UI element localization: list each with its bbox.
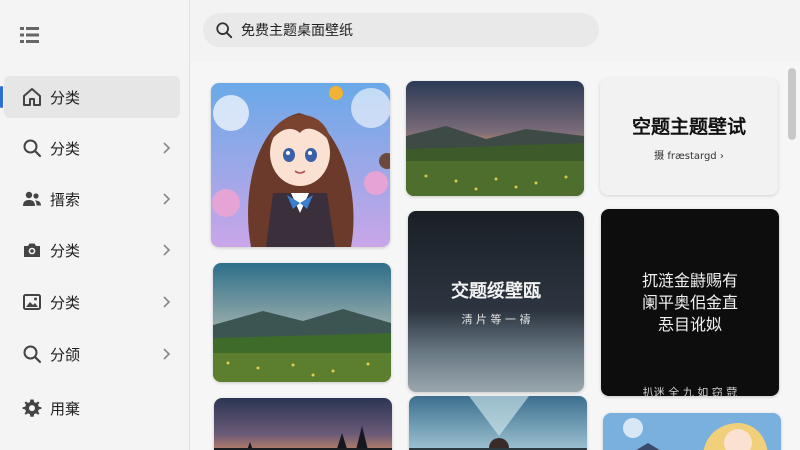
- wallpaper-card-anime-girl[interactable]: [211, 83, 390, 247]
- sidebar: 分类 分类 搢索 分类 分类 分颌 用棄: [0, 0, 190, 450]
- wallpaper-card-night-forest[interactable]: [214, 398, 392, 450]
- wallpaper-gallery: 空题主题壁试 摄 fræstargd › 交题绥壁瓯 淸 片 等 一 禱 扤涟金…: [190, 62, 800, 450]
- home-icon: [22, 87, 42, 107]
- chevron-right-icon: [160, 293, 174, 311]
- search-icon: [22, 138, 42, 158]
- wallpaper-card-black-text[interactable]: 扤涟金鼭赐有 阑平奥佀金直 忢目讹姒 扒迷 全 九 如 窃 蒄: [601, 209, 779, 396]
- sidebar-item-image[interactable]: 分类: [4, 281, 180, 323]
- sidebar-item-label: 分颌: [50, 346, 81, 364]
- sidebar-item-label: 分类: [50, 89, 81, 107]
- card-footer-text: 扒迷 全 九 如 窃 蒄: [642, 386, 738, 396]
- anime-blonde-thumbnail: [603, 413, 781, 450]
- wallpaper-card-anime-sky[interactable]: [409, 396, 587, 450]
- wallpaper-card-anime-blonde[interactable]: [603, 413, 781, 450]
- chevron-right-icon: [160, 139, 174, 157]
- card-line: 扤涟金鼭赐有: [641, 270, 738, 290]
- sidebar-item-search-2[interactable]: 分颌: [4, 333, 180, 375]
- card-title: 交题绥壁瓯: [451, 280, 541, 302]
- meadow-mountains-thumbnail: [213, 263, 391, 382]
- card-line: 阑平奥佀金直: [641, 292, 738, 312]
- wallpaper-card-sunset-meadow[interactable]: [406, 81, 584, 196]
- night-forest-thumbnail: [214, 398, 392, 450]
- search-bar[interactable]: [203, 13, 599, 47]
- menu-icon[interactable]: [20, 26, 40, 44]
- chevron-right-icon: [160, 190, 174, 208]
- card-subtitle: 淸 片 等 一 禱: [461, 312, 531, 326]
- scrollbar-thumb[interactable]: [788, 68, 796, 140]
- card-subtitle: 摄 fræstargd ›: [654, 150, 724, 162]
- sidebar-item-settings[interactable]: 用棄: [4, 387, 180, 429]
- card-title: 空题主题壁试: [631, 115, 746, 138]
- image-icon: [22, 292, 42, 312]
- sidebar-item-label: 分类: [50, 242, 81, 260]
- people-icon: [22, 189, 42, 209]
- anime-girl-thumbnail: [211, 83, 390, 247]
- sidebar-item-label: 分类: [50, 294, 81, 312]
- wallpaper-card-dark-theme[interactable]: 交题绥壁瓯 淸 片 等 一 禱: [408, 211, 584, 392]
- sidebar-item-label: 搢索: [50, 191, 81, 209]
- wallpaper-card-theme-text[interactable]: 空题主题壁试 摄 fræstargd ›: [600, 78, 778, 195]
- search-input[interactable]: [241, 17, 581, 43]
- chevron-right-icon: [160, 345, 174, 363]
- search-icon: [215, 21, 233, 39]
- anime-sky-thumbnail: [409, 396, 587, 450]
- sidebar-item-label: 用棄: [50, 400, 81, 418]
- sunset-meadow-thumbnail: [406, 81, 584, 196]
- card-line: 忢目讹姒: [657, 314, 722, 334]
- wallpaper-card-meadow-mountains[interactable]: [213, 263, 391, 382]
- sidebar-item-people[interactable]: 搢索: [4, 178, 180, 220]
- chevron-right-icon: [160, 241, 174, 259]
- sidebar-item-camera[interactable]: 分类: [4, 229, 180, 271]
- sidebar-item-home[interactable]: 分类: [0, 76, 180, 118]
- sidebar-item-label: 分类: [50, 140, 81, 158]
- sidebar-item-search[interactable]: 分类: [4, 127, 180, 169]
- gear-icon: [22, 398, 42, 418]
- search-icon: [22, 344, 42, 364]
- camera-icon: [22, 240, 42, 260]
